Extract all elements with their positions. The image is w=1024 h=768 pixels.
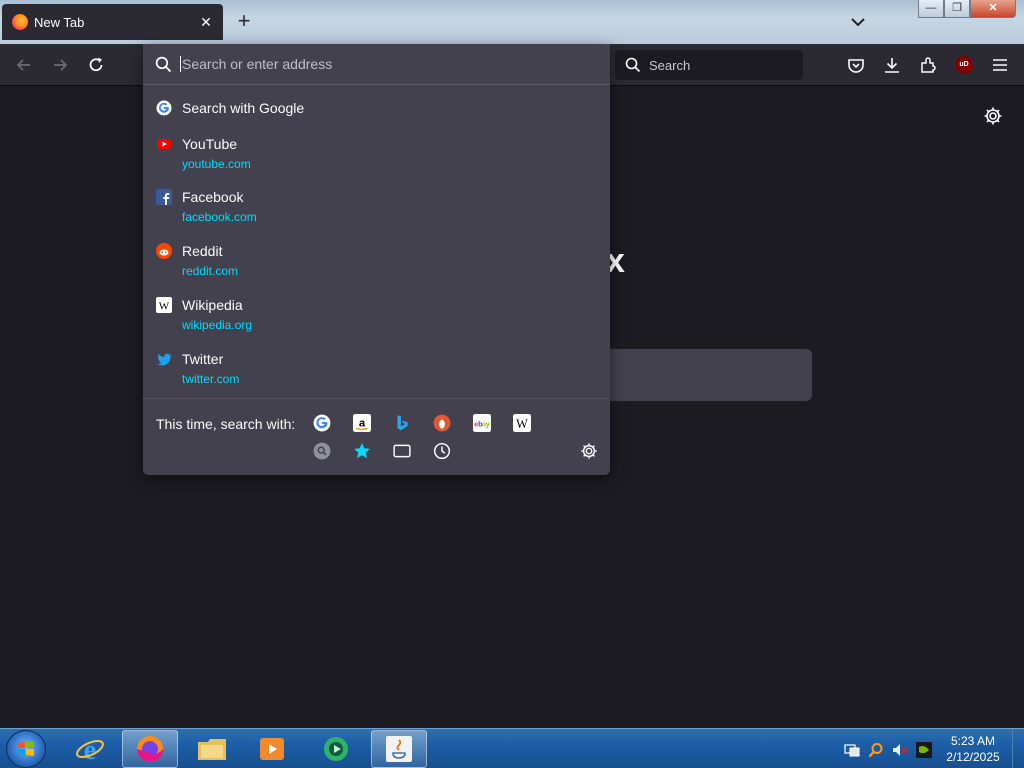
- tabs-icon[interactable]: [393, 442, 411, 460]
- taskbar-app[interactable]: [308, 730, 364, 768]
- reddit-icon: [156, 243, 172, 259]
- close-window-button[interactable]: ✕: [970, 0, 1016, 18]
- start-button[interactable]: [6, 730, 46, 768]
- site-url: youtube.com: [182, 157, 251, 171]
- site-title: Reddit: [182, 243, 223, 259]
- new-tab-button[interactable]: +: [232, 10, 256, 34]
- taskbar: e 5:23 AM 2/12/2025: [0, 728, 1024, 768]
- svg-text:e: e: [84, 735, 96, 764]
- screen: New Tab ✕ + — ❐ ✕ Search uD x Search or …: [0, 0, 1024, 768]
- facebook-icon: [156, 189, 172, 205]
- site-url: wikipedia.org: [182, 318, 253, 332]
- history-icon[interactable]: [433, 442, 451, 460]
- divider: [143, 398, 610, 399]
- windows-logo-icon: [18, 741, 34, 756]
- menu-icon[interactable]: [990, 55, 1010, 75]
- list-item[interactable]: Facebook facebook.com: [143, 187, 610, 229]
- chevron-down-icon[interactable]: [846, 12, 870, 32]
- text-caret: [180, 56, 181, 72]
- taskbar-java[interactable]: [371, 730, 427, 768]
- tab-strip: New Tab ✕ + — ❐ ✕: [0, 0, 1024, 44]
- bing-icon[interactable]: [393, 414, 411, 432]
- clock-time: 5:23 AM: [950, 734, 996, 748]
- volume-muted-icon[interactable]: [892, 742, 908, 758]
- youtube-icon: [157, 139, 171, 149]
- taskbar-media-player[interactable]: [244, 730, 300, 768]
- google-icon: [156, 100, 172, 116]
- site-url: facebook.com: [182, 210, 257, 224]
- search-icon: [625, 57, 641, 73]
- address-bar-placeholder: Search or enter address: [182, 56, 333, 72]
- minimize-button[interactable]: —: [918, 0, 944, 18]
- site-title: Facebook: [182, 189, 244, 205]
- internet-explorer-icon: e: [76, 735, 104, 764]
- firefox-icon: [12, 14, 28, 30]
- search-settings-gear-icon[interactable]: [580, 442, 598, 460]
- pocket-icon[interactable]: [846, 55, 866, 75]
- svg-text:a: a: [359, 417, 366, 429]
- amazon-icon[interactable]: a: [353, 414, 371, 432]
- back-icon[interactable]: [14, 55, 34, 75]
- address-bar[interactable]: Search or enter address: [143, 44, 610, 85]
- search-engines-icon[interactable]: [313, 442, 331, 460]
- forward-icon[interactable]: [50, 55, 70, 75]
- svg-text:W: W: [516, 417, 528, 431]
- tab-close-button[interactable]: ✕: [195, 14, 217, 31]
- site-title: Twitter: [182, 351, 224, 367]
- svg-text:W: W: [159, 301, 170, 313]
- site-title: YouTube: [182, 136, 238, 152]
- nvidia-icon[interactable]: [916, 742, 932, 758]
- gear-icon[interactable]: [983, 106, 1003, 126]
- java-icon: [386, 736, 412, 762]
- search-bar[interactable]: Search: [615, 50, 803, 80]
- taskbar-file-explorer[interactable]: [184, 730, 240, 768]
- reload-icon[interactable]: [86, 55, 106, 75]
- search-icon: [155, 56, 172, 72]
- firefox-icon: [137, 736, 163, 762]
- wikipedia-icon[interactable]: W: [513, 414, 531, 432]
- list-item[interactable]: W Wikipedia wikipedia.org: [143, 295, 610, 337]
- system-clock[interactable]: 5:23 AM 2/12/2025: [942, 733, 1004, 765]
- duckduckgo-icon[interactable]: [433, 414, 451, 432]
- action-center-icon[interactable]: [844, 742, 860, 758]
- file-explorer-icon: [198, 739, 226, 760]
- list-item[interactable]: Reddit reddit.com: [143, 241, 610, 283]
- app-icon: [324, 737, 348, 761]
- site-title: Wikipedia: [182, 297, 243, 313]
- site-url: reddit.com: [182, 264, 239, 278]
- urlbar-dropdown: Search or enter address Search with Goog…: [143, 44, 610, 475]
- taskbar-internet-explorer[interactable]: e: [62, 730, 118, 768]
- extensions-icon[interactable]: [918, 55, 938, 75]
- oneoff-search-label: This time, search with:: [156, 416, 296, 432]
- google-icon[interactable]: [313, 414, 331, 432]
- maximize-button[interactable]: ❐: [944, 0, 970, 18]
- page-search-box[interactable]: [604, 349, 812, 401]
- media-player-icon: [260, 738, 284, 760]
- search-suggestion-row[interactable]: Search with Google: [143, 96, 610, 122]
- site-url: twitter.com: [182, 372, 240, 386]
- list-item[interactable]: Twitter twitter.com: [143, 349, 610, 391]
- bookmarks-icon[interactable]: [353, 442, 371, 460]
- wikipedia-icon: W: [156, 297, 172, 313]
- show-desktop-button[interactable]: [1012, 729, 1024, 768]
- ublock-origin-icon[interactable]: uD: [955, 56, 973, 74]
- tab-new-tab[interactable]: New Tab ✕: [2, 4, 223, 40]
- window-controls: — ❐ ✕: [918, 0, 1016, 18]
- ebay-icon[interactable]: e b a y: [473, 414, 491, 432]
- clock-date: 2/12/2025: [946, 750, 1000, 764]
- list-item[interactable]: YouTube youtube.com: [143, 134, 610, 176]
- search-bar-placeholder: Search: [649, 57, 691, 73]
- taskbar-firefox[interactable]: [122, 730, 178, 768]
- twitter-icon: [157, 353, 171, 366]
- search-suggestion-label: Search with Google: [182, 100, 305, 116]
- tab-title: New Tab: [34, 14, 85, 30]
- search-tray-icon[interactable]: [868, 742, 884, 758]
- downloads-icon[interactable]: [882, 55, 902, 75]
